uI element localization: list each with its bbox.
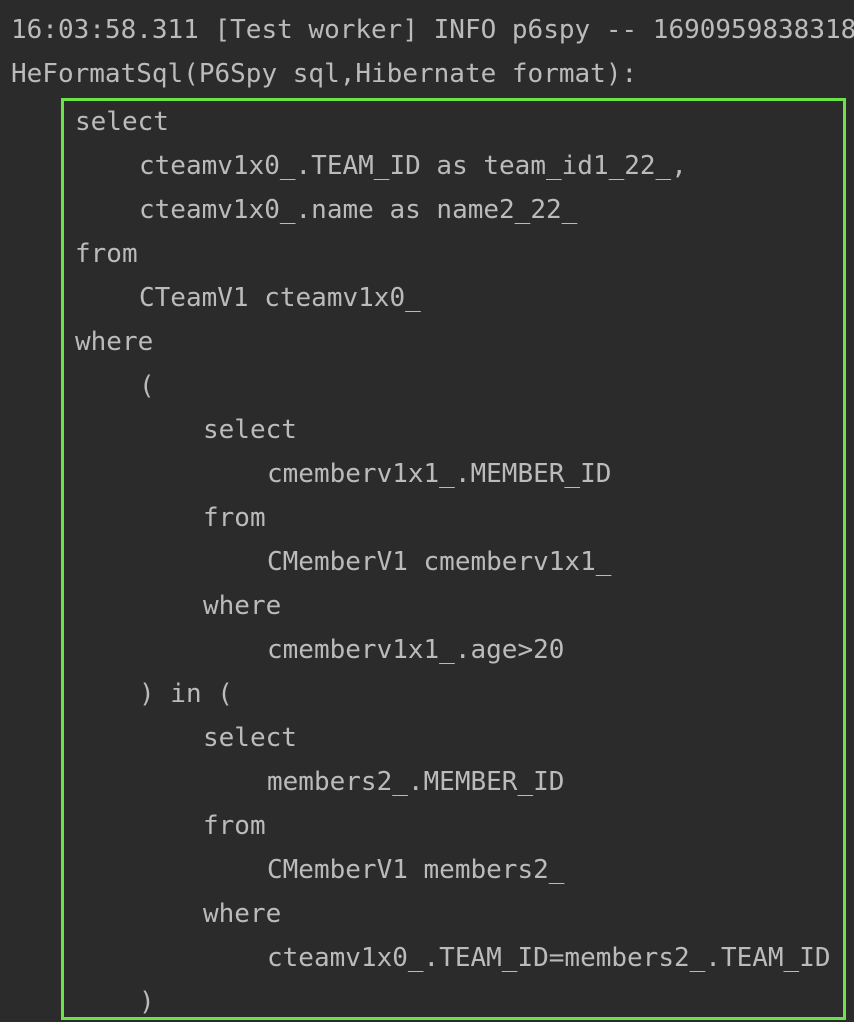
sql-highlight-box: select cteamv1x0_.TEAM_ID as team_id1_22_… [61,98,846,1020]
sql-line: select [203,415,297,445]
sql-line: select [75,107,169,137]
sql-line: CMemberV1 members2_ [267,855,565,885]
log-header-line: 16:03:58.311 [Test worker] INFO p6spy --… [11,15,854,45]
console-output[interactable]: 16:03:58.311 [Test worker] INFO p6spy --… [0,0,854,1022]
sql-line: where [75,327,154,357]
sql-line: ) in ( [139,679,233,709]
sql-line: ) [139,987,155,1017]
sql-line: from [203,811,266,841]
sql-line: cteamv1x0_.name as name2_22_ [139,195,578,225]
sql-line: from [75,239,138,269]
sql-line: where [203,591,282,621]
sql-line: ( [139,371,155,401]
sql-line: CMemberV1 cmemberv1x1_ [267,547,612,577]
sql-line: CTeamV1 cteamv1x0_ [139,283,421,313]
sql-line: cmemberv1x1_.age>20 [267,635,565,665]
sql-line: where [203,899,282,929]
sql-line: cteamv1x0_.TEAM_ID=members2_.TEAM_ID [267,943,831,973]
sql-line: cmemberv1x1_.MEMBER_ID [267,459,612,489]
sql-line: from [203,503,266,533]
log-format-line: HeFormatSql(P6Spy sql,Hibernate format): [11,59,638,89]
sql-line: select [203,723,297,753]
sql-line: cteamv1x0_.TEAM_ID as team_id1_22_, [139,151,687,181]
sql-line: members2_.MEMBER_ID [267,767,565,797]
